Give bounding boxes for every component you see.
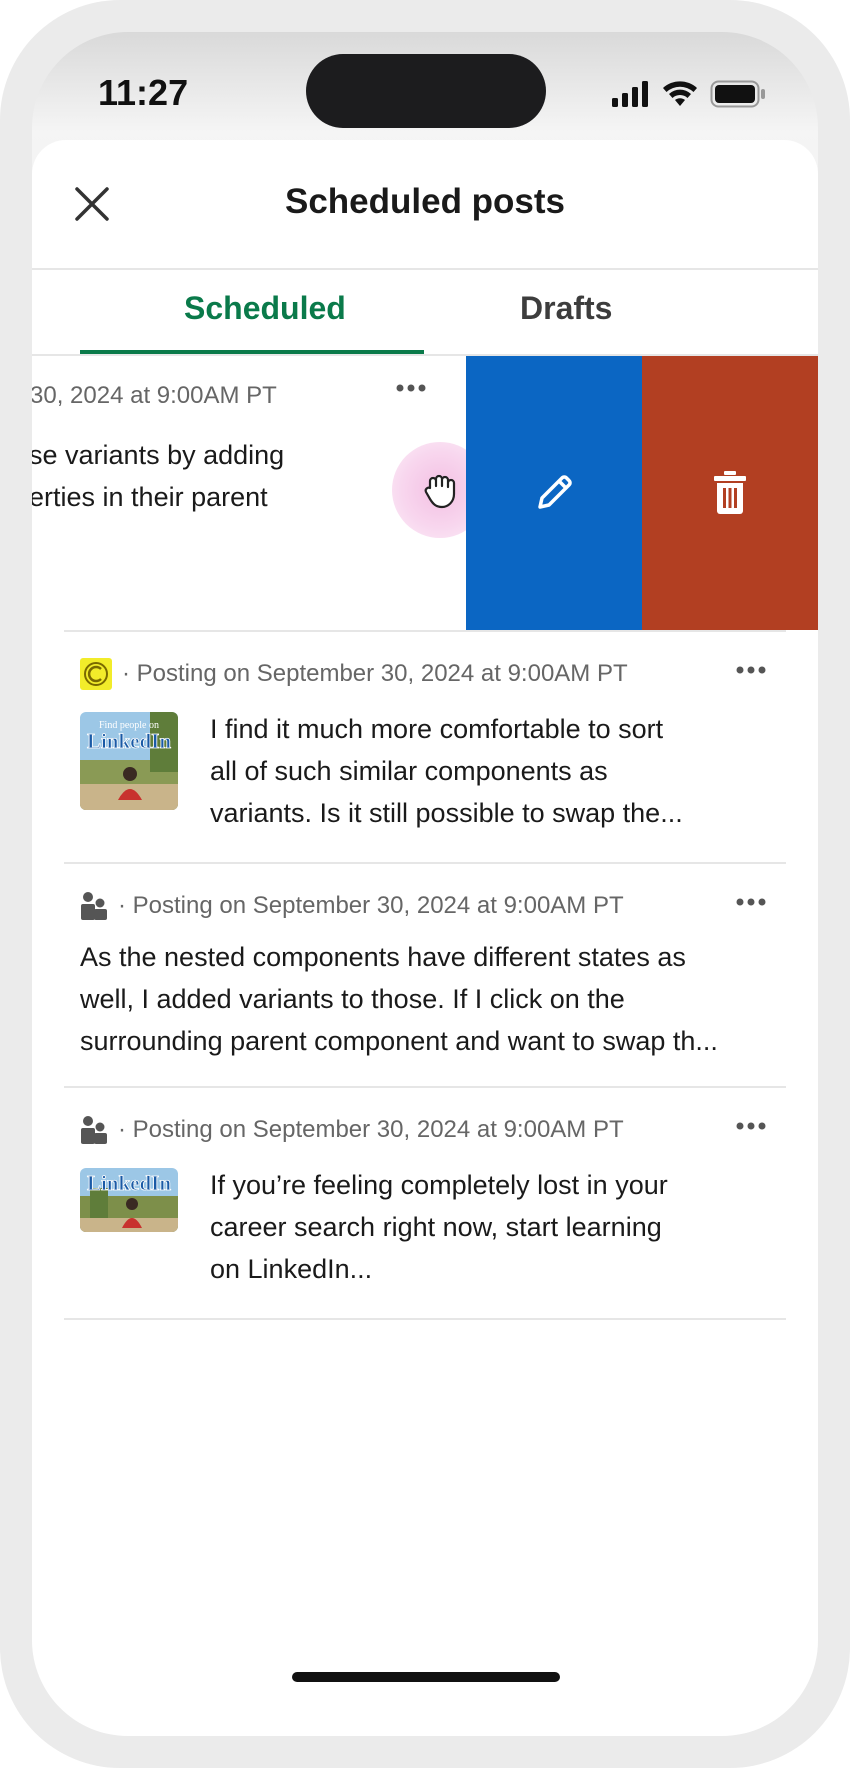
swiped-post-row[interactable]: er 30, 2024 at 9:00AM PT ose variants by… (32, 356, 818, 630)
more-options-button[interactable] (736, 1118, 766, 1136)
active-tab-indicator (80, 350, 424, 354)
post-meta: · Posting on September 30, 2024 at 9:00A… (122, 660, 628, 687)
battery-icon (710, 80, 765, 108)
more-horizontal-icon (736, 1122, 766, 1130)
tab-bar: Scheduled Drafts (32, 268, 818, 356)
linkedin-promo-thumbnail: LinkedIn (80, 1168, 178, 1232)
more-options-button[interactable] (396, 380, 426, 398)
signal-icon (612, 81, 648, 107)
pencil-icon (538, 475, 572, 509)
linkedin-promo-thumbnail: Find people on LinkedIn (80, 712, 178, 810)
more-options-button[interactable] (736, 662, 766, 680)
more-horizontal-icon (396, 384, 426, 392)
more-options-button[interactable] (736, 894, 766, 912)
post-text: If you’re feeling completely lost in you… (210, 1170, 668, 1284)
post-item[interactable]: · Posting on September 30, 2024 at 9:00A… (64, 862, 786, 1086)
thumbnail-title: LinkedIn (87, 729, 171, 753)
post-meta: · Posting on September 30, 2024 at 9:00A… (118, 892, 624, 919)
tab-drafts[interactable]: Drafts (520, 290, 612, 327)
group-icon (81, 892, 107, 920)
post-text: As the nested components have different … (80, 942, 718, 1056)
sheet-header: Scheduled posts (32, 140, 818, 270)
delete-post-button[interactable] (642, 356, 818, 630)
status-time: 11:27 (98, 72, 189, 113)
trash-icon (714, 471, 746, 514)
group-icon (81, 1116, 107, 1144)
post-text: I find it much more comfortable to sort … (210, 714, 683, 828)
post-meta-row: · Posting on September 30, 2024 at 9:00A… (80, 886, 624, 926)
post-text: ose variants by adding perties in their … (32, 440, 285, 512)
phone-frame: 11:27 Scheduled posts Scheduled Drafts 3… (0, 0, 850, 1768)
tab-scheduled[interactable]: Scheduled (184, 290, 346, 327)
more-horizontal-icon (736, 666, 766, 674)
status-icons (610, 78, 766, 110)
page-title: Scheduled posts (284, 182, 566, 221)
screen: 11:27 Scheduled posts Scheduled Drafts 3… (32, 32, 818, 1736)
grab-hand-icon (424, 474, 456, 509)
post-meta: · Posting on September 30, 2024 at 9:00A… (118, 1116, 624, 1143)
wifi-icon (663, 81, 697, 106)
post-thumbnail: LinkedIn (80, 1168, 178, 1232)
edit-post-button[interactable] (466, 356, 642, 630)
company-logo-icon (80, 658, 112, 690)
dynamic-island (306, 54, 546, 128)
post-meta: er 30, 2024 at 9:00AM PT (32, 382, 277, 409)
post-meta-row: · Posting on September 30, 2024 at 9:00A… (80, 654, 628, 694)
post-item[interactable]: · Posting on September 30, 2024 at 9:00A… (64, 1086, 786, 1320)
more-horizontal-icon (736, 898, 766, 906)
post-item[interactable]: · Posting on September 30, 2024 at 9:00A… (64, 630, 786, 864)
home-indicator[interactable] (292, 1672, 560, 1682)
post-thumbnail: Find people on LinkedIn (80, 712, 178, 810)
thumbnail-title: LinkedIn (87, 1171, 171, 1195)
scheduled-posts-sheet: Scheduled posts Scheduled Drafts er 30, … (32, 140, 818, 1736)
post-meta-row: · Posting on September 30, 2024 at 9:00A… (80, 1110, 624, 1150)
